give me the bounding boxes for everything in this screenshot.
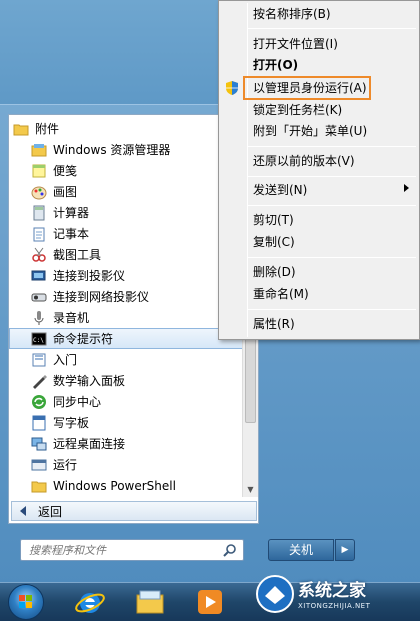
run-icon (31, 459, 47, 470)
command-prompt-icon: C:\ (31, 332, 47, 345)
menu-open[interactable]: 打开(O) (253, 55, 298, 75)
menu-copy[interactable]: 复制(C) (253, 232, 295, 252)
back-button[interactable]: 返回 (11, 501, 257, 521)
menu-separator (248, 257, 416, 258)
menu-rename[interactable]: 重命名(M) (253, 284, 309, 304)
menu-send-to[interactable]: 发送到(N) (253, 180, 307, 200)
file-explorer-icon[interactable] (134, 586, 166, 618)
menu-separator (248, 176, 416, 177)
submenu-arrow-icon (404, 184, 409, 192)
menu-pin-to-start[interactable]: 附到「开始」菜单(U) (253, 121, 367, 141)
search-input[interactable] (29, 541, 215, 559)
program-run[interactable]: 运行 (31, 454, 265, 475)
watermark-title: 系统之家 (298, 581, 366, 601)
back-arrow-icon (20, 506, 26, 516)
program-math-input[interactable]: 数学输入面板 (31, 370, 265, 391)
program-sync-center[interactable]: 同步中心 (31, 391, 265, 412)
menu-pin-to-taskbar[interactable]: 锁定到任务栏(K) (253, 100, 342, 120)
notepad-icon (33, 227, 45, 241)
search-icon[interactable] (223, 543, 237, 557)
media-player-icon[interactable] (194, 586, 226, 618)
sticky-notes-icon (32, 164, 46, 177)
shutdown-button[interactable]: 关机 (268, 539, 334, 561)
menu-properties[interactable]: 属性(R) (253, 314, 295, 334)
menu-separator (248, 28, 416, 29)
wordpad-icon (32, 415, 46, 430)
svg-text:C:\: C:\ (33, 337, 44, 344)
programs-tree: 附件 Windows 资源管理器 便笺 画图 计算器 记事本 截图工具 连接到投… (9, 115, 243, 497)
search-box[interactable] (20, 539, 244, 561)
watermark-url: XITONGZHIJIA.NET (298, 602, 371, 610)
remote-desktop-icon (31, 437, 47, 450)
highlight-box (243, 76, 371, 100)
internet-explorer-icon[interactable] (74, 586, 106, 618)
menu-delete[interactable]: 删除(D) (253, 262, 296, 282)
watermark: 系统之家 XITONGZHIJIA.NET (255, 574, 415, 618)
calculator-icon (33, 205, 45, 220)
projector-icon (31, 270, 46, 280)
paint-icon (31, 186, 47, 199)
folder-label: 附件 (35, 122, 60, 136)
back-label: 返回 (38, 504, 63, 519)
program-remote-desktop[interactable]: 远程桌面连接 (31, 433, 265, 454)
watermark-logo-icon (256, 575, 294, 613)
sync-center-icon (32, 394, 46, 409)
start-orb-icon[interactable] (8, 584, 44, 620)
scroll-down-icon[interactable]: ▼ (243, 482, 258, 497)
menu-separator (248, 309, 416, 310)
menu-open-file-location[interactable]: 打开文件位置(I) (253, 34, 338, 54)
folder-icon (13, 124, 29, 135)
uac-shield-icon (226, 81, 238, 95)
chevron-right-icon: ▶ (341, 545, 349, 555)
program-getting-started[interactable]: 入门 (31, 349, 265, 370)
menu-separator (248, 205, 416, 206)
folder-icon (31, 481, 47, 492)
snipping-tool-icon (32, 247, 46, 262)
menu-restore-previous[interactable]: 还原以前的版本(V) (253, 151, 355, 171)
math-input-icon (33, 374, 47, 389)
menu-separator (248, 146, 416, 147)
menu-sort-by-name[interactable]: 按名称排序(B) (253, 4, 331, 24)
program-wordpad[interactable]: 写字板 (31, 412, 265, 433)
program-command-prompt[interactable]: C:\ 命令提示符 (9, 328, 243, 349)
folder-accessories[interactable]: 附件 (13, 118, 247, 139)
network-projector-icon (31, 293, 47, 301)
shutdown-options-button[interactable]: ▶ (335, 539, 355, 561)
folder-powershell[interactable]: Windows PowerShell (31, 475, 265, 496)
windows-logo-icon (19, 595, 32, 608)
sound-recorder-icon (34, 310, 44, 325)
explorer-icon (31, 143, 47, 156)
getting-started-icon (32, 353, 46, 366)
menu-cut[interactable]: 剪切(T) (253, 210, 294, 230)
